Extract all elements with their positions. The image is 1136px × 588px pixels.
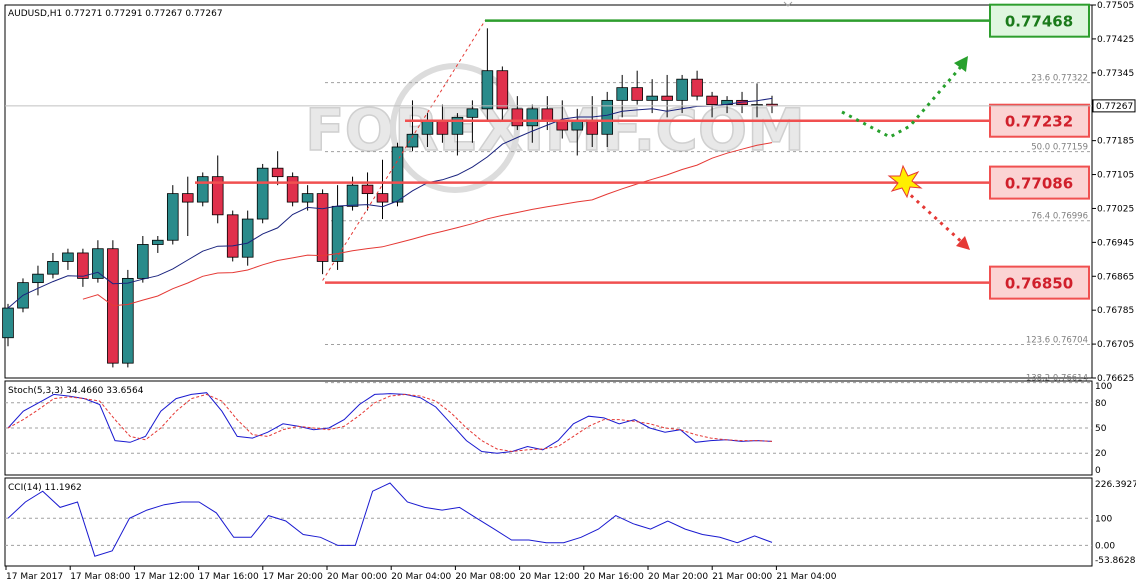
level-box-label: 0.77086: [1005, 175, 1073, 193]
fib-level-label: 23.6 0.77322: [1031, 74, 1088, 84]
candle-body: [571, 121, 584, 131]
candle-body: [466, 108, 479, 118]
level-box-label: 0.77468: [1005, 13, 1073, 31]
candle-body: [661, 95, 673, 101]
cci-header: CCI(14) 11.1962: [8, 483, 82, 493]
price-tick-label: 0.76785: [1097, 306, 1134, 316]
fib-level-label: 138.2 0.76614: [1026, 374, 1088, 384]
time-tick-label: 20 Mar 12:00: [520, 572, 580, 582]
bearish-arrow-head: [956, 236, 970, 250]
price-tick-label: 0.77025: [1097, 204, 1134, 214]
time-tick-label: 20 Mar 04:00: [391, 572, 451, 582]
time-tick-label: 21 Mar 04:00: [776, 572, 836, 582]
fib-level-label: 123.6 0.76704: [1026, 336, 1088, 346]
fib-level-label: 76.4 0.76996: [1031, 212, 1088, 222]
candle-body: [301, 193, 314, 203]
candle-body: [32, 273, 44, 284]
candle-body: [271, 167, 284, 178]
time-tick-label: 17 Mar 08:00: [70, 572, 130, 582]
stoch-tick-label: 20: [1095, 449, 1107, 459]
candle-body: [226, 214, 239, 258]
candle-body: [137, 244, 149, 279]
time-tick-label: 20 Mar 00:00: [327, 572, 387, 582]
time-tick-label: 21 Mar 00:00: [712, 572, 772, 582]
candle-body: [376, 193, 389, 203]
cci-tick-label: -53.8628: [1095, 556, 1136, 566]
cci-tick-label: 0.00: [1095, 541, 1115, 551]
time-tick-label: 20 Mar 20:00: [648, 572, 708, 582]
time-tick-label: 20 Mar 16:00: [584, 572, 644, 582]
candle-body: [181, 193, 194, 203]
price-tick-label: 0.77185: [1097, 137, 1134, 147]
bearish-scenario-arrow: [903, 188, 967, 247]
candle-body: [691, 78, 703, 97]
bullish-arrow-head: [954, 56, 968, 72]
stoch-header: Stoch(5,3,3) 34.4660 33.6564: [8, 386, 144, 396]
time-tick-label: 20 Mar 08:00: [455, 572, 515, 582]
time-tick-label: 17 Mar 2017: [6, 572, 63, 582]
stoch-k-line: [7, 392, 773, 454]
cci-tick-label: 100: [1095, 514, 1112, 524]
cci-panel-frame: [4, 477, 1093, 567]
stoch-tick-label: 0: [1095, 466, 1101, 476]
chart-header: AUDUSD,H1 0.77271 0.77291 0.77267 0.7726…: [8, 9, 223, 19]
candle-body: [481, 70, 494, 110]
level-box-label: 0.77232: [1005, 113, 1073, 131]
time-tick-label: 17 Mar 12:00: [134, 572, 194, 582]
candle-body: [316, 193, 329, 262]
time-tick-label: 17 Mar 20:00: [263, 572, 323, 582]
candle-body: [676, 78, 688, 101]
price-chart[interactable]: FOREXIMF.COM0.775050.774250.773450.77265…: [0, 0, 1136, 588]
candle-body: [77, 252, 89, 279]
candle-body: [286, 176, 299, 203]
price-tick-label: 0.77425: [1097, 35, 1134, 45]
price-tick-label: 0.76865: [1097, 272, 1134, 282]
candle-body: [631, 87, 643, 101]
candle-body: [616, 87, 628, 101]
stoch-tick-label: 100: [1095, 382, 1112, 392]
candle-body: [361, 184, 374, 195]
candle-body: [511, 108, 524, 127]
candle-body: [256, 167, 269, 220]
candle-body: [586, 121, 599, 135]
cci-tick-label: 226.3927: [1095, 480, 1136, 490]
candle-body: [152, 239, 164, 245]
candle-body: [421, 121, 434, 135]
time-tick-label: 17 Mar 16:00: [199, 572, 259, 582]
candle-body: [196, 176, 209, 203]
candle-body: [346, 184, 359, 207]
current-price-label: 0.77267: [1096, 102, 1133, 112]
main-panel-frame: [4, 4, 1093, 379]
chart-window: FOREXIMF.COM0.775050.774250.773450.77265…: [0, 0, 1136, 588]
candle-body: [122, 277, 134, 364]
ma-slow-line: [82, 142, 773, 307]
candle-body: [47, 261, 59, 275]
fib-level-label: 50.0 0.77159: [1031, 143, 1088, 153]
candle-body: [706, 95, 718, 106]
candle-body: [166, 193, 179, 241]
price-tick-label: 0.76705: [1097, 340, 1134, 350]
candle-body: [436, 121, 449, 135]
candle-body: [526, 108, 539, 127]
candle-body: [646, 95, 658, 101]
candle-body: [556, 121, 569, 131]
candle-body: [391, 146, 404, 203]
candle-body: [92, 248, 104, 279]
stoch-tick-label: 80: [1095, 399, 1107, 409]
price-tick-label: 0.76945: [1097, 238, 1134, 248]
candle-body: [2, 307, 14, 339]
candle-body: [62, 252, 74, 262]
candle-body: [496, 70, 509, 110]
stoch-tick-label: 50: [1095, 424, 1107, 434]
candle-body: [241, 218, 254, 258]
level-box-label: 0.76850: [1005, 275, 1073, 293]
price-tick-label: 0.77345: [1097, 69, 1134, 79]
bullish-scenario-arrow: [841, 61, 967, 139]
price-tick-label: 0.77105: [1097, 171, 1134, 181]
price-tick-label: 0.77505: [1097, 1, 1134, 11]
